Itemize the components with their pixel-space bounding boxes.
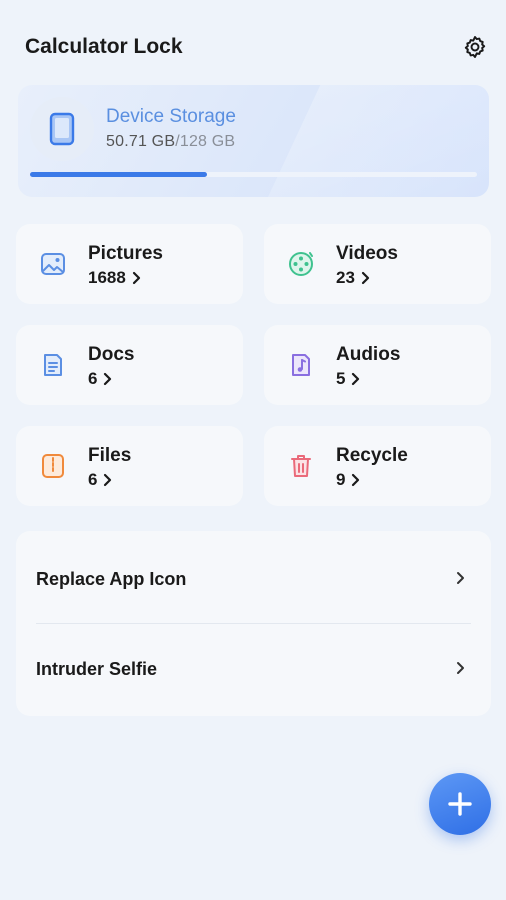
menu-item-replace-app-icon[interactable]: Replace App Icon bbox=[16, 540, 491, 630]
page-title: Calculator Lock bbox=[25, 35, 183, 58]
category-count: 23 bbox=[336, 268, 370, 288]
storage-progress-fill bbox=[30, 172, 207, 177]
category-count-value: 6 bbox=[88, 369, 98, 388]
category-name: Videos bbox=[336, 243, 398, 264]
menu-item-intruder-selfie[interactable]: Intruder Selfie bbox=[16, 626, 491, 716]
document-icon bbox=[40, 352, 66, 378]
plus-icon bbox=[447, 791, 473, 817]
category-count: 6 bbox=[88, 470, 112, 490]
storage-total-value: /128 GB bbox=[175, 133, 236, 150]
chevron-right-icon bbox=[103, 473, 112, 487]
category-count: 1688 bbox=[88, 268, 141, 288]
category-count-value: 5 bbox=[336, 369, 346, 388]
chevron-right-icon bbox=[361, 271, 370, 285]
category-name: Files bbox=[88, 445, 132, 466]
chevron-right-icon bbox=[103, 372, 112, 386]
category-name: Recycle bbox=[336, 445, 408, 466]
category-count: 5 bbox=[336, 369, 360, 389]
category-name: Docs bbox=[88, 344, 135, 365]
chevron-right-icon bbox=[351, 372, 360, 386]
category-name: Audios bbox=[336, 344, 401, 365]
chevron-right-icon bbox=[351, 473, 360, 487]
category-tile-docs[interactable]: Docs 6 bbox=[16, 325, 243, 405]
film-reel-icon bbox=[288, 251, 314, 277]
category-count: 9 bbox=[336, 470, 360, 490]
category-count-value: 6 bbox=[88, 470, 98, 489]
category-count-value: 23 bbox=[336, 268, 355, 287]
storage-used-value: 50.71 GB bbox=[106, 133, 176, 150]
app-header: Calculator Lock bbox=[0, 0, 506, 92]
category-count-value: 1688 bbox=[88, 268, 126, 287]
storage-card-decoration bbox=[262, 85, 489, 197]
music-note-icon bbox=[288, 352, 314, 378]
menu-divider bbox=[36, 623, 471, 624]
device-storage-card[interactable]: Device Storage 50.71 GB/128 GB bbox=[18, 85, 489, 197]
storage-label: Device Storage bbox=[106, 106, 236, 127]
menu-item-label: Intruder Selfie bbox=[36, 659, 158, 679]
menu-item-label: Replace App Icon bbox=[36, 569, 187, 589]
settings-menu-card: Replace App Icon Intruder Selfie bbox=[16, 531, 491, 716]
category-name: Pictures bbox=[88, 243, 163, 264]
storage-progress-bar bbox=[30, 172, 477, 177]
settings-button[interactable] bbox=[458, 30, 492, 64]
category-tile-recycle[interactable]: Recycle 9 bbox=[264, 426, 491, 506]
category-count-value: 9 bbox=[336, 470, 346, 489]
storage-icon-badge bbox=[30, 97, 94, 161]
category-tile-pictures[interactable]: Pictures 1688 bbox=[16, 224, 243, 304]
category-tile-videos[interactable]: Videos 23 bbox=[264, 224, 491, 304]
trash-icon bbox=[288, 453, 314, 479]
gear-icon bbox=[462, 34, 488, 60]
category-tile-audios[interactable]: Audios 5 bbox=[264, 325, 491, 405]
add-button[interactable] bbox=[429, 773, 491, 835]
phone-icon bbox=[49, 112, 75, 146]
storage-usage: 50.71 GB/128 GB bbox=[106, 133, 235, 151]
image-icon bbox=[40, 251, 66, 277]
chevron-right-icon bbox=[132, 271, 141, 285]
zip-file-icon bbox=[40, 453, 66, 479]
category-count: 6 bbox=[88, 369, 112, 389]
category-tile-files[interactable]: Files 6 bbox=[16, 426, 243, 506]
chevron-right-icon bbox=[456, 661, 465, 680]
chevron-right-icon bbox=[456, 571, 465, 590]
